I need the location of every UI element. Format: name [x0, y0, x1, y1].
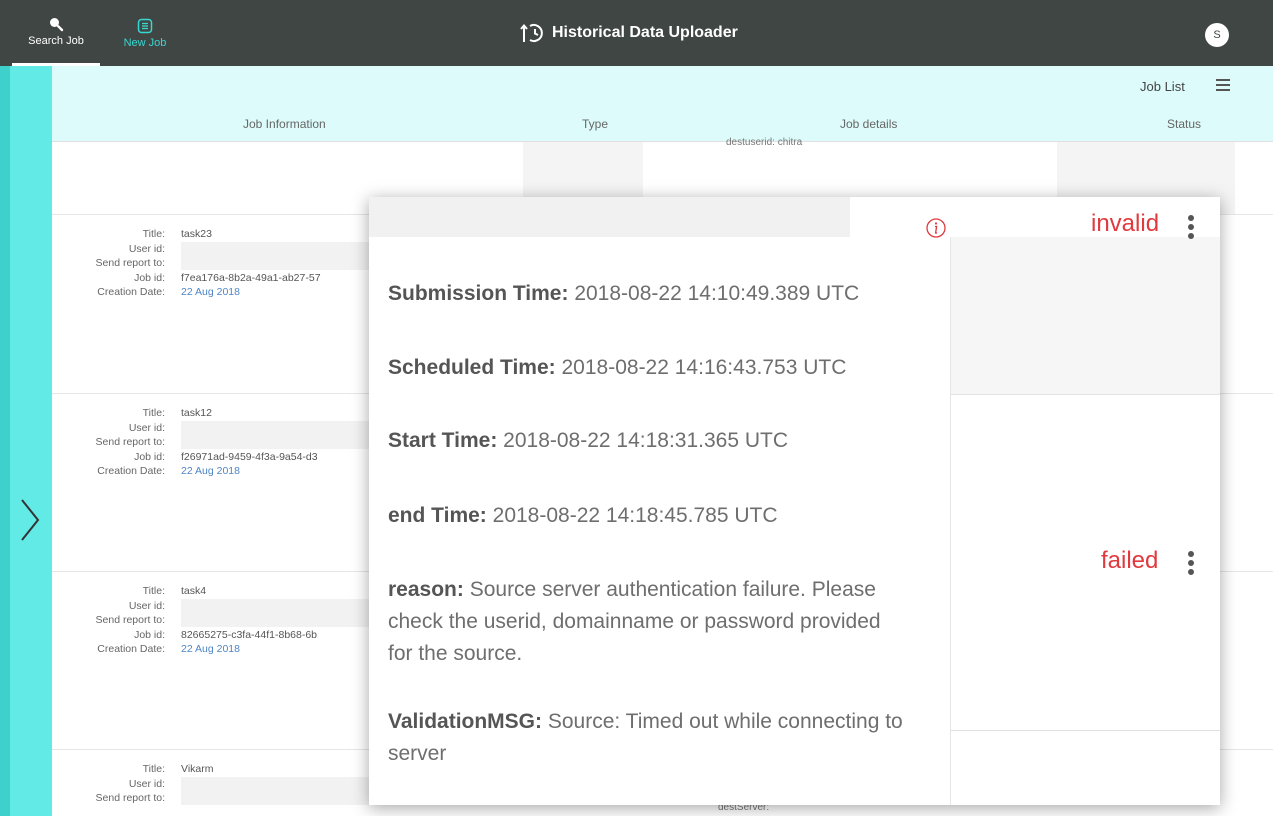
job-detail-line: destuserid: chitra: [726, 137, 802, 148]
userid-value: [181, 776, 371, 805]
creation-date-value: 22 Aug 2018: [181, 286, 240, 299]
jobid-label: Job id:: [134, 450, 165, 463]
status-badge: failed: [1101, 547, 1159, 574]
userid-value: [181, 420, 371, 449]
end-time: end Time: 2018-08-22 14:18:45.785 UTC: [388, 500, 928, 532]
column-job-details[interactable]: Job details: [840, 117, 897, 131]
jobid-value: f26971ad-9459-4f3a-9a54-d3: [181, 450, 318, 463]
start-value: 2018-08-22 14:18:31.365 UTC: [503, 429, 789, 452]
jobid-label: Job id:: [134, 628, 165, 641]
validation-label: ValidationMSG:: [388, 710, 543, 733]
userid-label: User id:: [128, 242, 165, 255]
title-label: Title:: [142, 407, 165, 419]
job-list-title: Job List: [1140, 79, 1185, 94]
side-rail-edge: [0, 66, 10, 816]
user-avatar[interactable]: S: [1205, 23, 1229, 47]
start-time: Start Time: 2018-08-22 14:18:31.365 UTC: [388, 425, 928, 457]
end-value: 2018-08-22 14:18:45.785 UTC: [492, 504, 778, 527]
jobid-value: f7ea176a-8b2a-49a1-ab27-57: [181, 271, 321, 284]
detail-label: destuserid:: [726, 137, 775, 148]
validation-message: ValidationMSG: Source: Timed out while c…: [388, 706, 908, 770]
scheduled-value: 2018-08-22 14:16:43.753 UTC: [561, 356, 847, 379]
divider: [950, 394, 1220, 395]
more-options-icon[interactable]: [1186, 551, 1196, 577]
detail-value: chitra: [777, 137, 803, 148]
search-job-label: Search Job: [28, 35, 84, 47]
table-header: [52, 66, 1273, 142]
divider: [950, 730, 1220, 731]
app-title-text: Historical Data Uploader: [552, 24, 738, 41]
status-badge: invalid: [1091, 210, 1160, 237]
end-label: end Time:: [388, 504, 487, 527]
column-job-information[interactable]: Job Information: [243, 117, 326, 131]
title-value: Vikarm: [181, 763, 214, 775]
date-label: Creation Date:: [97, 286, 165, 299]
submission-time: Submission Time: 2018-08-22 14:10:49.389…: [388, 278, 928, 310]
popup-header: [369, 197, 850, 237]
scheduled-label: Scheduled Time:: [388, 356, 556, 379]
date-label: Creation Date:: [97, 643, 165, 656]
title-value: task12: [181, 407, 212, 419]
creation-date-value: 22 Aug 2018: [181, 643, 240, 656]
app-title: Historical Data Uploader: [520, 20, 738, 46]
title-label: Title:: [142, 228, 165, 240]
popup-status-cell: [950, 237, 1220, 394]
creation-date-value: 22 Aug 2018: [181, 465, 240, 478]
userid-value: [181, 241, 371, 270]
date-label: Creation Date:: [97, 465, 165, 478]
title-value: task23: [181, 228, 212, 240]
userid-label: User id:: [128, 421, 165, 434]
report-label: Send report to:: [95, 436, 165, 449]
scheduled-time: Scheduled Time: 2018-08-22 14:16:43.753 …: [388, 352, 928, 384]
title-value: task4: [181, 585, 207, 597]
search-job-tab[interactable]: Search Job: [12, 0, 100, 66]
title-label: Title:: [142, 585, 165, 597]
new-job-label: New Job: [123, 36, 167, 49]
report-label: Send report to:: [95, 614, 165, 627]
chevron-right-icon[interactable]: [14, 495, 44, 545]
submission-value: 2018-08-22 14:10:49.389 UTC: [574, 282, 860, 305]
new-job-icon: [137, 18, 153, 33]
userid-value: [181, 598, 371, 627]
reason-label: reason:: [388, 578, 464, 601]
submission-label: Submission Time:: [388, 282, 569, 305]
jobid-value: 82665275-c3fa-44f1-8b68-6b: [181, 628, 318, 641]
userid-label: User id:: [128, 599, 165, 612]
title-label: Title:: [142, 763, 165, 775]
divider: [950, 237, 951, 805]
more-options-icon[interactable]: [1186, 215, 1196, 241]
report-label: Send report to:: [95, 257, 165, 270]
column-type[interactable]: Type: [582, 117, 608, 131]
hamburger-menu-icon[interactable]: [1216, 79, 1230, 93]
column-status[interactable]: Status: [1167, 117, 1201, 131]
search-icon: [50, 18, 64, 32]
info-icon[interactable]: [925, 217, 947, 239]
report-label: Send report to:: [95, 792, 165, 805]
jobid-label: Job id:: [134, 271, 165, 284]
new-job-tab[interactable]: New Job: [112, 0, 178, 66]
userid-label: User id:: [128, 777, 165, 790]
failure-reason: reason: Source server authentication fai…: [388, 574, 908, 670]
history-upload-icon: [520, 23, 543, 42]
start-label: Start Time:: [388, 429, 498, 452]
